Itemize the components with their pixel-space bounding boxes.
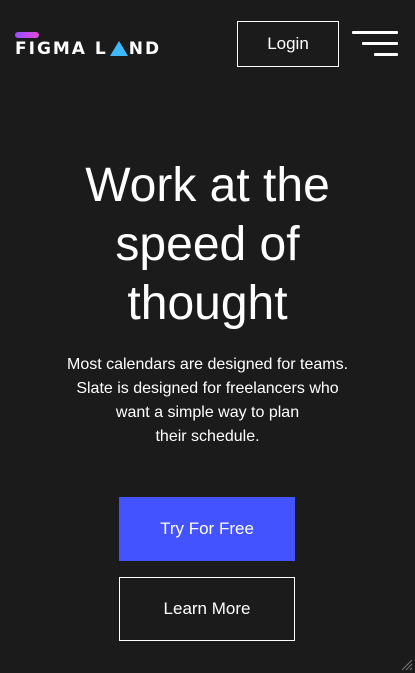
hero-title-line: Work at the bbox=[85, 159, 330, 212]
hero-title-line: speed of bbox=[115, 218, 300, 271]
hero-subtitle-line: Slate is designed for freelancers who bbox=[76, 380, 339, 397]
logo-text-left: FIGMA L bbox=[15, 39, 108, 59]
landing-page: FIGMA L ND Login Work at the speed of tho… bbox=[0, 0, 415, 673]
hero-title: Work at the speed of thought bbox=[0, 156, 415, 333]
try-for-free-button[interactable]: Try For Free bbox=[119, 497, 295, 561]
hero-title-line: thought bbox=[127, 277, 288, 330]
menu-line bbox=[362, 42, 398, 45]
login-button[interactable]: Login bbox=[237, 21, 339, 67]
menu-line bbox=[374, 53, 398, 56]
hero-subtitle: Most calendars are designed for teams. S… bbox=[40, 353, 375, 449]
resize-grip-icon[interactable] bbox=[401, 659, 413, 671]
hero-subtitle-line: their schedule. bbox=[155, 428, 260, 445]
logo-bar-icon bbox=[15, 32, 39, 38]
hamburger-menu-icon[interactable] bbox=[352, 31, 398, 57]
hero-subtitle-line: Most calendars are designed for teams. bbox=[66, 356, 349, 373]
hero-subtitle-line: want a simple way to plan bbox=[115, 404, 300, 421]
logo-text: FIGMA L ND bbox=[15, 39, 161, 59]
menu-line bbox=[352, 31, 398, 34]
learn-more-button[interactable]: Learn More bbox=[119, 577, 295, 641]
logo-text-right: ND bbox=[128, 39, 162, 59]
triangle-icon bbox=[109, 40, 128, 56]
